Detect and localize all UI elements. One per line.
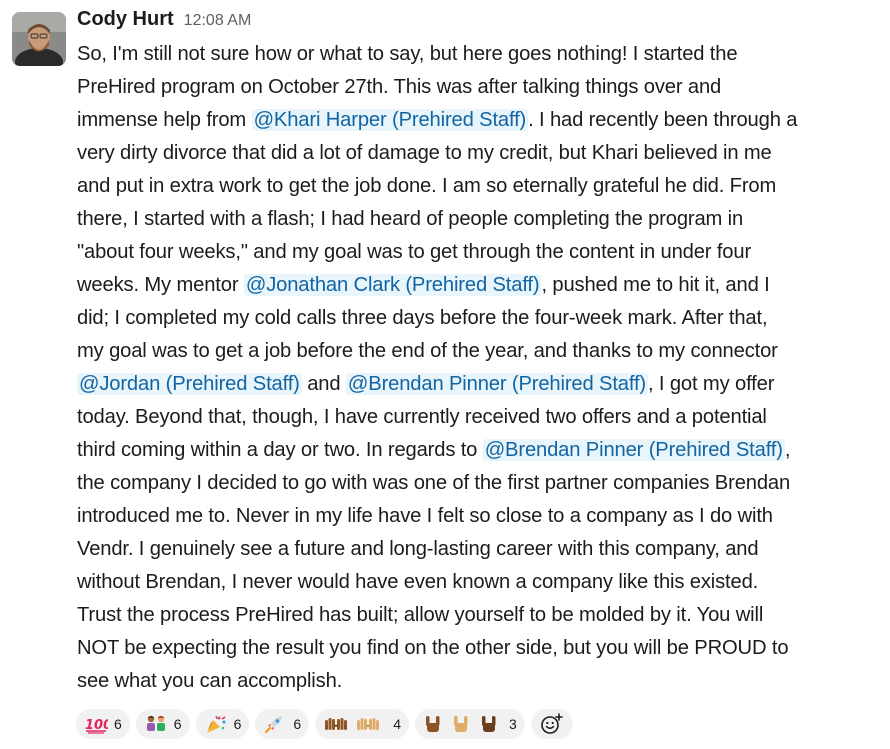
message-timestamp[interactable]: 12:08 AM — [184, 12, 252, 30]
message-line: the company I decided to go with was one… — [77, 467, 887, 500]
message-text: Trust the process PreHired has built; al… — [77, 604, 764, 626]
message-body: So, I'm still not sure how or what to sa… — [77, 38, 887, 698]
reaction-count: 3 — [508, 716, 517, 732]
reaction-count: 6 — [293, 716, 302, 732]
message-text: my goal was to get a job before the end … — [77, 340, 778, 362]
reactions-bar: 100 6 6 6 6 4 3 — [76, 709, 573, 741]
avatar-image — [12, 12, 66, 66]
message-line: third coming within a day or two. In reg… — [77, 434, 887, 467]
message-line: So, I'm still not sure how or what to sa… — [77, 38, 887, 71]
reaction-count: 4 — [393, 716, 401, 732]
message-text: and put in extra work to get the job don… — [77, 175, 777, 197]
message-line: immense help from @Khari Harper (Prehire… — [77, 104, 887, 137]
message-text: So, I'm still not sure how or what to sa… — [77, 43, 738, 65]
message-line: introduced me to. Never in my life have … — [77, 500, 887, 533]
message-text: , I got my offer — [648, 373, 775, 395]
message-content: Cody Hurt 12:08 AM So, I'm still not sur… — [77, 8, 887, 698]
user-mention-link[interactable]: @Jordan (Prehired Staff) — [77, 373, 302, 395]
people-holding-hands-icon — [144, 714, 168, 734]
message-text: PreHired program on October 27th. This w… — [77, 76, 722, 98]
message-line: my goal was to get a job before the end … — [77, 335, 887, 368]
reaction-raised-hands[interactable]: 4 — [315, 709, 409, 739]
message-text: very dirty divorce that did a lot of dam… — [77, 142, 772, 164]
message-line: see what you can accomplish. — [77, 665, 887, 698]
message-line: NOT be expecting the result you find on … — [77, 632, 887, 665]
message-line: without Brendan, I never would have even… — [77, 566, 887, 599]
message-text: , — [784, 439, 791, 461]
message-line: "about four weeks," and my goal was to g… — [77, 236, 887, 269]
message-text: and — [301, 373, 346, 395]
user-mention-link[interactable]: @Jonathan Clark (Prehired Staff) — [243, 274, 542, 296]
message-text: . I had recently been through a — [528, 109, 798, 131]
message-line: very dirty divorce that did a lot of dam… — [77, 137, 887, 170]
message-text: "about four weeks," and my goal was to g… — [77, 241, 752, 263]
message: Cody Hurt 12:08 AM So, I'm still not sur… — [0, 0, 890, 749]
reaction-count: 6 — [114, 716, 122, 732]
message-line: and put in extra work to get the job don… — [77, 170, 887, 203]
add-emoji-icon — [540, 713, 563, 734]
reaction-people-holding-hands[interactable]: 6 — [135, 709, 190, 739]
reaction-rocket[interactable]: 6 — [255, 709, 310, 739]
message-text: immense help from — [77, 109, 252, 131]
user-mention-link[interactable]: @Khari Harper (Prehired Staff) — [251, 109, 529, 131]
message-line: did; I completed my cold calls three day… — [77, 302, 887, 335]
hundred-points-icon: 100 — [84, 714, 108, 734]
message-line: today. Beyond that, though, I have curre… — [77, 401, 887, 434]
add-reaction-button[interactable] — [530, 709, 573, 739]
message-text: weeks. My mentor — [77, 274, 244, 296]
user-mention-link[interactable]: @Brendan Pinner (Prehired Staff) — [482, 439, 785, 461]
author-name[interactable]: Cody Hurt — [77, 8, 174, 31]
message-text: third coming within a day or two. In reg… — [77, 439, 483, 461]
message-text: see what you can accomplish. — [77, 670, 343, 692]
avatar[interactable] — [12, 12, 66, 66]
message-line: weeks. My mentor @Jonathan Clark (Prehir… — [77, 269, 887, 302]
message-line: Vendr. I genuinely see a future and long… — [77, 533, 887, 566]
message-text: introduced me to. Never in my life have … — [77, 505, 773, 527]
reaction-hundred-points[interactable]: 100 6 — [76, 709, 130, 739]
message-text: , pushed me to hit it, and I — [541, 274, 770, 296]
message-text: there, I started with a flash; I had hea… — [77, 208, 744, 230]
rocket-icon — [263, 714, 287, 734]
message-text: without Brendan, I never would have even… — [77, 571, 759, 593]
message-text: today. Beyond that, though, I have curre… — [77, 406, 767, 428]
reaction-party-popper[interactable]: 6 — [195, 709, 250, 739]
party-popper-icon — [204, 714, 228, 734]
reaction-count: 6 — [233, 716, 242, 732]
message-line: Trust the process PreHired has built; al… — [77, 599, 887, 632]
message-line: @Jordan (Prehired Staff) and @Brendan Pi… — [77, 368, 887, 401]
message-text: Vendr. I genuinely see a future and long… — [77, 538, 759, 560]
message-header: Cody Hurt 12:08 AM — [77, 8, 887, 38]
message-line: there, I started with a flash; I had hea… — [77, 203, 887, 236]
message-text: NOT be expecting the result you find on … — [77, 637, 789, 659]
message-text: did; I completed my cold calls three day… — [77, 307, 768, 329]
raised-hands-icon — [323, 714, 387, 734]
reaction-sign-of-horns[interactable]: 3 — [414, 709, 525, 739]
message-text: the company I decided to go with was one… — [77, 472, 791, 494]
sign-of-horns-icon — [423, 714, 503, 734]
reaction-count: 6 — [173, 716, 182, 732]
message-line: PreHired program on October 27th. This w… — [77, 71, 887, 104]
user-mention-link[interactable]: @Brendan Pinner (Prehired Staff) — [345, 373, 649, 395]
